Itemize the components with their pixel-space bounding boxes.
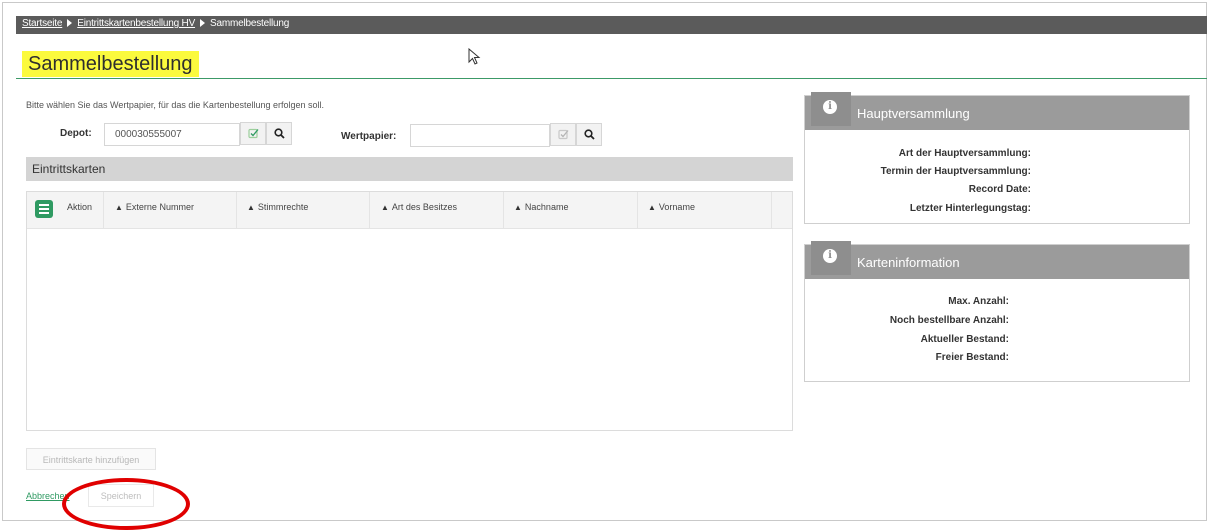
breadcrumb: Startseite Eintrittskartenbestellung HV Sa… [22,18,289,29]
column-divider [236,192,237,228]
depot-label: Depot: [60,128,92,139]
breadcrumb-current: Sammelbestellung [210,18,290,29]
wertpapier-field[interactable] [410,124,550,147]
hv-field-label: Letzter Hinterlegungstag: [909,203,1031,214]
info-icon: i [823,100,837,114]
column-label: Stimmrechte [257,202,309,212]
intro-text: Bitte wählen Sie das Wertpapier, für das… [26,100,325,110]
card-field-label: Freier Bestand: [935,352,1009,363]
column-divider [771,192,772,228]
breadcrumb-parent-link[interactable]: Eintrittskartenbestellung HV [77,18,195,29]
wertpapier-search-button[interactable] [576,123,602,146]
breadcrumb-separator-icon [67,19,73,27]
table-header: Aktion ▲︎ Externe Nummer ▲︎ Stimmrechte ▲︎… [27,192,792,229]
column-divider [503,192,504,228]
hv-field-label: Art der Hauptversammlung: [898,148,1031,159]
depot-field[interactable]: 000030555007 [104,123,240,146]
column-divider [369,192,370,228]
sort-icon: ▲︎ [115,203,123,212]
column-divider [103,192,104,228]
search-icon [273,128,285,139]
hv-field-label: Record Date: [968,184,1031,195]
card-field-label: Aktueller Bestand: [920,334,1009,345]
sort-icon: ▲︎ [381,203,389,212]
column-nachname[interactable]: ▲︎ Nachname [514,202,568,212]
panel-title: Karteninformation [857,255,960,270]
wertpapier-select-button[interactable] [550,123,576,146]
panel-header: i Karteninformation [805,241,1189,279]
page-title: Sammelbestellung [22,51,199,77]
depot-select-button[interactable] [240,122,266,145]
karteninformation-panel: i Karteninformation Max. Anzahl: Noch be… [804,241,1190,382]
table-menu-button[interactable] [35,200,53,218]
column-label: Art des Besitzes [391,202,457,212]
column-divider [637,192,638,228]
column-label: Nachname [524,202,569,212]
column-stimmrechte[interactable]: ▲︎ Stimmrechte [247,202,308,212]
column-art-des-besitzes[interactable]: ▲︎ Art des Besitzes [381,202,457,212]
sort-icon: ▲︎ [514,203,522,212]
title-divider [16,78,1207,79]
column-label: Externe Nummer [125,202,194,212]
sort-icon: ▲︎ [648,203,656,212]
add-card-button[interactable]: Eintrittskarte hinzufügen [26,448,156,470]
column-vorname[interactable]: ▲︎ Vorname [648,202,695,212]
hauptversammlung-panel: i Hauptversammlung Art der Hauptversamml… [804,92,1190,224]
wertpapier-label: Wertpapier: [341,131,397,142]
panel-title: Hauptversammlung [857,106,970,121]
menu-icon [39,204,49,206]
panel-header: i Hauptversammlung [805,92,1189,130]
info-icon: i [823,249,837,263]
eintrittskarten-table: Aktion ▲︎ Externe Nummer ▲︎ Stimmrechte ▲︎… [26,191,793,431]
check-square-icon [247,128,258,139]
eintrittskarten-section-header: Eintrittskarten [26,157,793,181]
search-icon [583,129,595,140]
panel-icon-tab: i [811,92,851,126]
sort-icon: ▲︎ [247,203,255,212]
red-annotation-circle [62,478,190,530]
card-field-label: Noch bestellbare Anzahl: [889,315,1009,326]
check-square-icon [557,129,568,140]
eintrittskarten-title: Eintrittskarten [32,162,106,176]
hv-field-label: Termin der Hauptversammlung: [880,166,1031,177]
breadcrumb-home-link[interactable]: Startseite [22,18,62,29]
breadcrumb-separator-icon [200,19,206,27]
depot-search-button[interactable] [266,122,292,145]
column-aktion: Aktion [67,202,93,212]
column-label: Vorname [658,202,695,212]
mouse-pointer-icon [468,48,481,65]
menu-icon [39,212,49,214]
panel-icon-tab: i [811,241,851,275]
depot-value: 000030555007 [115,129,182,140]
column-externe-nummer[interactable]: ▲︎ Externe Nummer [115,202,194,212]
card-field-label: Max. Anzahl: [948,296,1009,307]
menu-icon [39,208,49,210]
